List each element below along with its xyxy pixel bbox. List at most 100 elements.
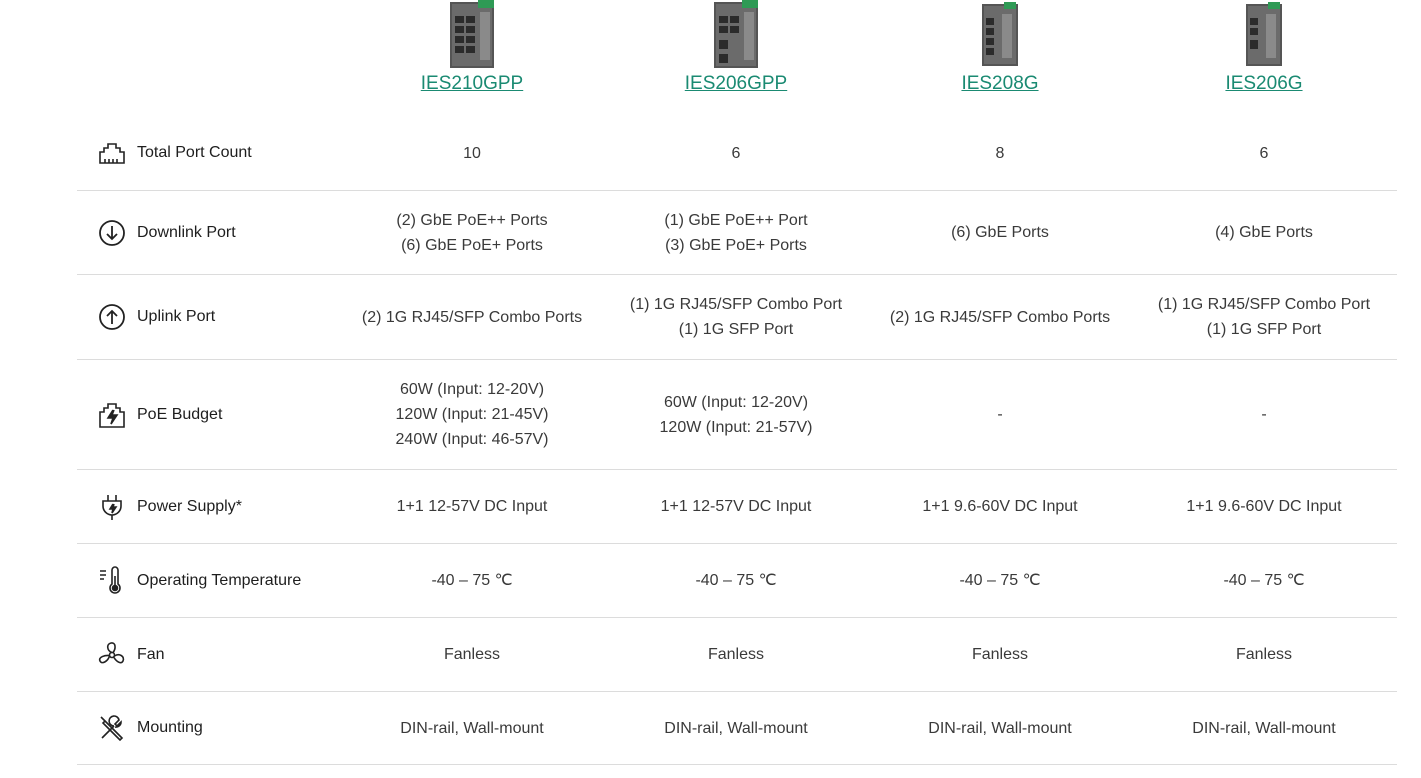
cell-line: 1+1 9.6-60V DC Input [922,498,1078,515]
row-label: PoE Budget [97,400,222,430]
spec-cell: DIN-rail, Wall-mount [1132,716,1396,741]
poe-bolt-icon [99,402,125,428]
spec-cell: 1+1 12-57V DC Input [340,494,604,519]
ports-icon [99,143,125,164]
cell-line: (2) 1G RJ45/SFP Combo Ports [361,308,583,326]
cell-line: (1) 1G SFP Port [678,321,794,338]
cell-line: DIN-rail, Wall-mount [1192,719,1336,737]
cell-line: (1) 1G RJ45/SFP Combo Port [1157,296,1371,313]
row-label: Downlink Port [97,218,236,248]
spec-cell: - [1132,402,1396,427]
spec-cell: (2) 1G RJ45/SFP Combo Ports [868,305,1132,330]
table-row: PoE Budget 60W (Input: 12-20V) 120W (Inpu… [77,360,1397,470]
product-column: IES206GPP [604,0,868,110]
cell-line: -40 – 75 ℃ [959,572,1041,589]
row-label-text: PoE Budget [137,405,223,423]
spec-cell: (6) GbE Ports [868,220,1132,245]
spec-cell: 60W (Input: 12-20V) 120W (Input: 21-45V) 2… [340,377,604,452]
tools-icon [100,715,124,742]
cell-line: Fanless [443,646,501,663]
cell-line: (1) 1G SFP Port [1206,321,1322,338]
spec-cell: (1) 1G RJ45/SFP Combo Port (1) 1G SFP Por… [1132,292,1396,342]
table-row: Power Supply* 1+1 12-57V DC Input 1+1 12… [77,470,1397,544]
product-column: IES210GPP [340,0,604,110]
cell-line: 60W (Input: 12-20V) [663,393,809,411]
cell-line: 6 [1259,144,1269,162]
product-column: IES206G [1132,0,1396,110]
product-link[interactable]: IES208G [868,73,1132,95]
table-row: Fan Fanless Fanless Fanless Fanless [77,618,1397,692]
row-label-text: Mounting [137,719,203,736]
row-label-text: Uplink Port [137,308,216,325]
row-label: Mounting [97,713,203,743]
cell-line: - [1261,406,1267,423]
table-row: Mounting DIN-rail, Wall-mount DIN-rail, … [77,692,1397,765]
power-plug-icon [102,494,122,520]
spec-cell: 8 [868,141,1132,166]
row-label-text: Power Supply* [137,497,242,515]
row-label: Total Port Count [97,138,252,168]
cell-line: 6 [731,144,741,162]
cell-line: 1+1 12-57V DC Input [660,498,812,515]
product-link[interactable]: IES210GPP [340,73,604,95]
spec-cell: (1) 1G RJ45/SFP Combo Port (1) 1G SFP Por… [604,292,868,342]
cell-line: Fanless [971,646,1029,663]
uplink-arrow-icon [99,304,125,330]
table-row: Uplink Port (2) 1G RJ45/SFP Combo Ports … [77,275,1397,360]
row-label: Operating Temperature [97,565,301,596]
spec-cell: 10 [340,141,604,166]
cell-line: -40 – 75 ℃ [695,572,777,589]
cell-line: 120W (Input: 21-57V) [659,418,813,436]
cell-line: - [997,406,1003,423]
spec-cell: -40 – 75 ℃ [340,568,604,593]
spec-cell: Fanless [604,642,868,667]
cell-line: 1+1 12-57V DC Input [396,498,548,515]
cell-line: (6) GbE PoE+ Ports [401,236,543,254]
cell-line: (1) 1G RJ45/SFP Combo Port [629,296,843,313]
spec-cell: (2) 1G RJ45/SFP Combo Ports [340,305,604,330]
spec-cell: (1) GbE PoE++ Port (3) GbE PoE+ Ports [604,208,868,258]
cell-line: 1+1 9.6-60V DC Input [1186,498,1342,515]
product-column: IES208G [868,0,1132,110]
cell-line: -40 – 75 ℃ [1223,572,1305,589]
spec-cell: 1+1 9.6-60V DC Input [1132,494,1396,519]
cell-line: DIN-rail, Wall-mount [400,719,544,737]
cell-line: 120W (Input: 21-45V) [395,406,549,423]
cell-line: -40 – 75 ℃ [431,572,513,589]
cell-line: (4) GbE Ports [1215,224,1313,241]
table-row: Downlink Port (2) GbE PoE++ Ports (6) GbE… [77,191,1397,275]
cell-line: Fanless [1235,646,1293,663]
cell-line: (2) GbE PoE++ Ports [396,211,548,229]
product-link[interactable]: IES206GPP [604,73,868,95]
switch-image [970,0,1030,72]
cell-line: (3) GbE PoE+ Ports [665,236,807,254]
spec-cell: -40 – 75 ℃ [868,568,1132,593]
cell-line: DIN-rail, Wall-mount [928,719,1072,737]
spec-cell: Fanless [1132,642,1396,667]
spec-cell: (2) GbE PoE++ Ports (6) GbE PoE+ Ports [340,208,604,258]
cell-line: (1) GbE PoE++ Port [664,211,808,229]
cell-line: 8 [995,144,1005,162]
spec-cell: -40 – 75 ℃ [1132,568,1396,593]
row-label: Fan [97,640,165,670]
row-label-text: Fan [137,645,165,663]
fan-icon [98,641,125,663]
spec-table: Total Port Count 10 6 8 6 Downlink Port … [77,116,1397,765]
thermometer-icon [100,565,121,594]
product-link[interactable]: IES206G [1132,73,1396,95]
spec-cell: DIN-rail, Wall-mount [868,716,1132,741]
product-header: IES210GPP IES206GPP IES208G IES206G [0,0,1421,110]
cell-line: 60W (Input: 12-20V) [399,381,545,398]
table-row: Total Port Count 10 6 8 6 [77,116,1397,191]
spec-cell: 6 [1132,141,1396,166]
cell-line: (2) 1G RJ45/SFP Combo Ports [889,308,1111,326]
downlink-arrow-icon [99,219,125,246]
spec-cell: DIN-rail, Wall-mount [604,716,868,741]
cell-line: DIN-rail, Wall-mount [664,719,808,737]
spec-cell: DIN-rail, Wall-mount [340,716,604,741]
switch-image [1234,0,1294,72]
spec-cell: 1+1 12-57V DC Input [604,494,868,519]
spec-cell: Fanless [340,642,604,667]
spec-cell: (4) GbE Ports [1132,220,1396,245]
spec-cell: -40 – 75 ℃ [604,568,868,593]
